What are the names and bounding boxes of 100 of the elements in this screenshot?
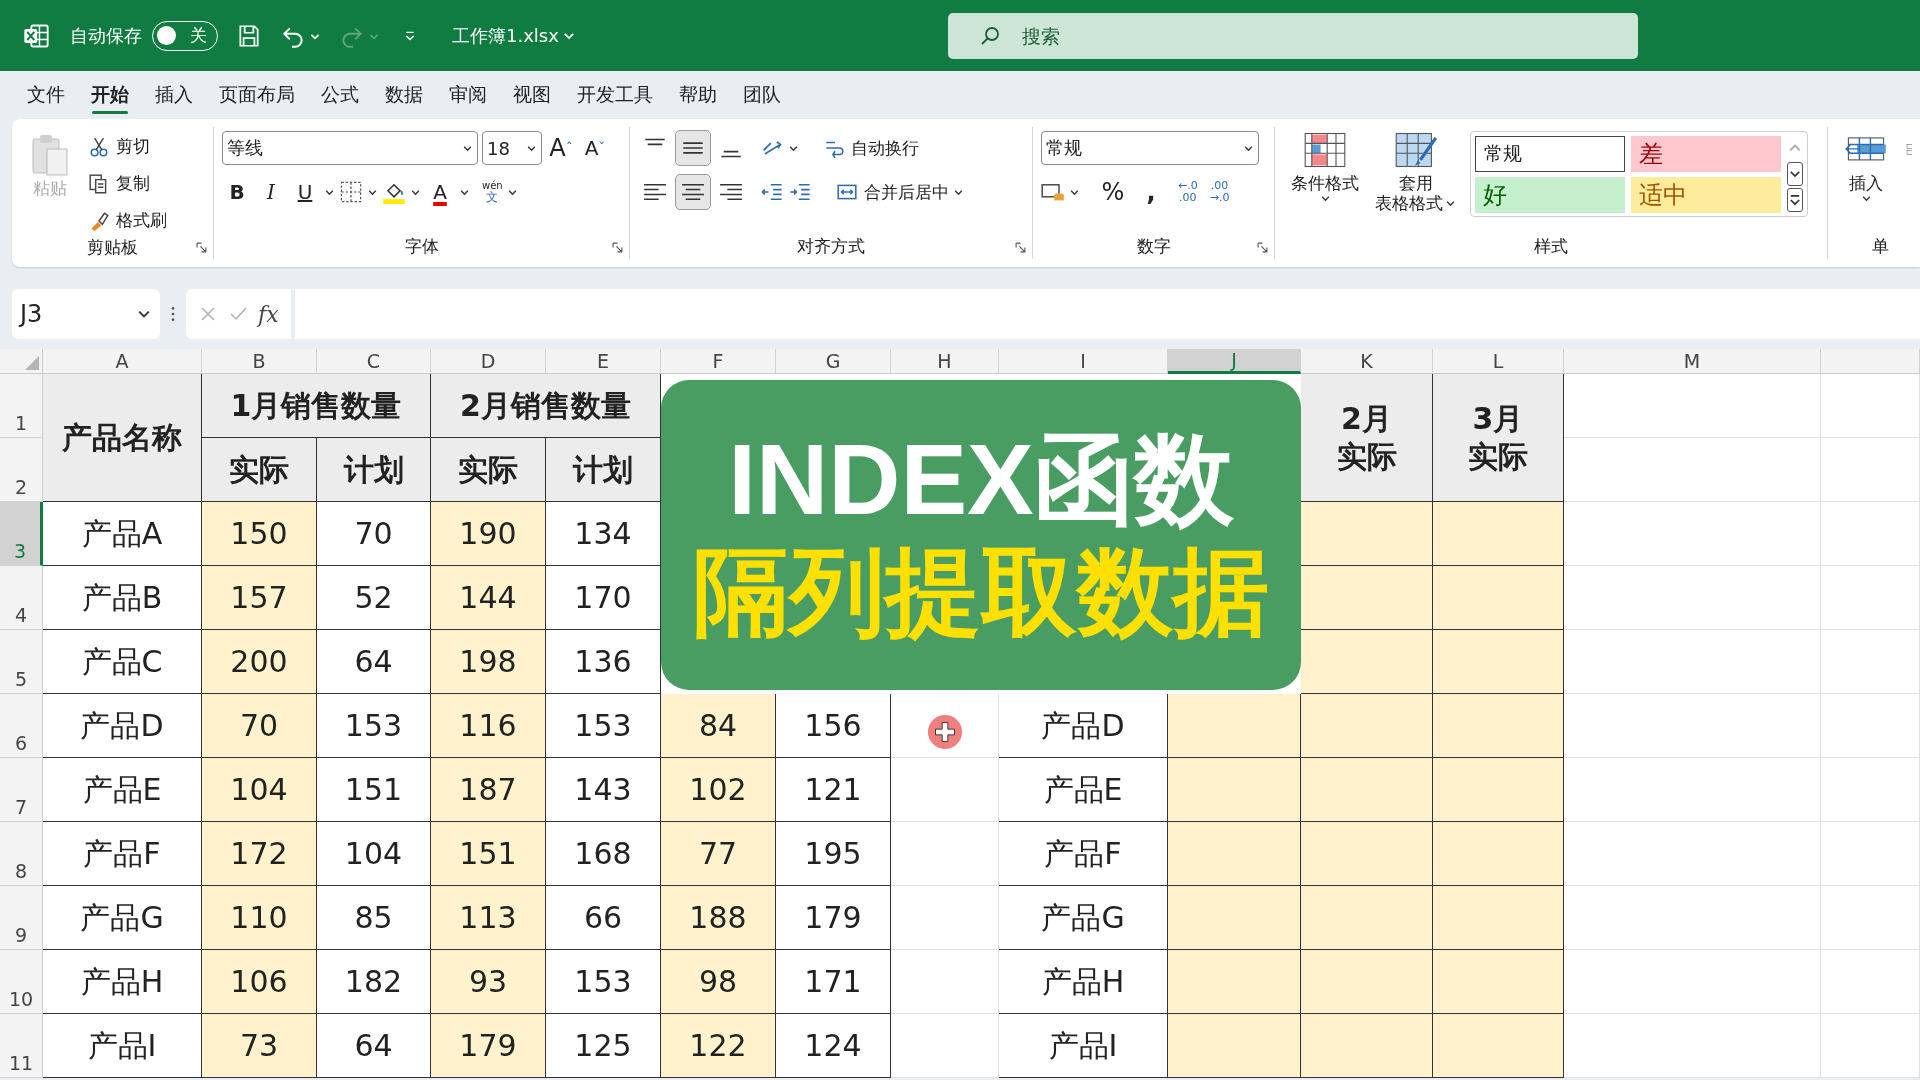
- name-box[interactable]: J3: [12, 289, 160, 339]
- align-icon[interactable]: [676, 131, 710, 165]
- column-header[interactable]: E: [546, 349, 661, 374]
- menu-tab[interactable]: 开始: [80, 74, 140, 116]
- row-header[interactable]: 7: [0, 758, 43, 822]
- table-cell: 188: [661, 886, 776, 950]
- search-input[interactable]: 搜索: [1020, 23, 1267, 48]
- phonetic-button[interactable]: wén 文: [482, 181, 503, 203]
- row-header[interactable]: 11: [0, 1014, 43, 1078]
- row-header[interactable]: 3: [0, 502, 43, 566]
- table-cell: 156: [776, 694, 891, 758]
- row-header[interactable]: 8: [0, 822, 43, 886]
- menu-tab[interactable]: 视图: [502, 74, 562, 116]
- expand-icon[interactable]: [1787, 188, 1803, 212]
- align-icon[interactable]: [676, 175, 710, 209]
- column-header[interactable]: C: [317, 349, 431, 374]
- bold-button[interactable]: B: [222, 175, 252, 209]
- launcher-icon[interactable]: [1257, 242, 1268, 253]
- group-label: 剪贴板: [87, 236, 138, 259]
- cut-button[interactable]: 剪切: [88, 131, 167, 162]
- cell-style[interactable]: 常规: [1475, 136, 1625, 172]
- header-cell: 产品名称: [43, 374, 202, 502]
- shrink-font-button[interactable]: A$^{ˇ}$: [580, 131, 610, 165]
- launcher-icon[interactable]: [612, 242, 623, 253]
- launcher-icon[interactable]: [1015, 242, 1026, 253]
- header-cell: 3月 实际: [1433, 374, 1564, 502]
- filename-button[interactable]: 工作簿1.xlsx: [452, 23, 559, 48]
- clipboard-icon: [30, 133, 70, 177]
- menu-tab[interactable]: 帮助: [668, 74, 728, 116]
- column-header[interactable]: H: [891, 349, 999, 374]
- table-cell: 198: [431, 630, 546, 694]
- menu-tab[interactable]: 页面布局: [208, 74, 306, 116]
- column-header[interactable]: G: [776, 349, 891, 374]
- insert-function-button[interactable]: fx: [258, 301, 279, 327]
- column-header[interactable]: L: [1433, 349, 1564, 374]
- launcher-icon[interactable]: [196, 242, 207, 253]
- decimal-button[interactable]: ←.0 .00: [1178, 180, 1198, 204]
- menu-tab[interactable]: 团队: [732, 74, 792, 116]
- conditional-format-button[interactable]: 条件格式: [1283, 131, 1367, 205]
- menu-tab[interactable]: 公式: [310, 74, 370, 116]
- table-cell: 70: [202, 694, 317, 758]
- group-label: 对齐方式: [797, 234, 865, 258]
- border-icon[interactable]: [339, 180, 363, 204]
- group-label: 字体: [404, 234, 439, 258]
- number-format-select[interactable]: 常规: [1041, 131, 1259, 165]
- table-cell: 84: [661, 694, 776, 758]
- row-header[interactable]: 1: [0, 374, 43, 438]
- row-header[interactable]: 9: [0, 886, 43, 950]
- merge-center-button[interactable]: 合并后居中: [836, 176, 949, 208]
- menu-tab[interactable]: 开发工具: [566, 74, 664, 116]
- column-header[interactable]: I: [999, 349, 1168, 374]
- table-cell: 144: [431, 566, 546, 630]
- table-cell: 151: [431, 822, 546, 886]
- table-cell: 157: [202, 566, 317, 630]
- comma-button[interactable]: ,: [1136, 175, 1166, 209]
- font-name-select[interactable]: 等线: [222, 131, 478, 165]
- customize-icon[interactable]: [404, 29, 416, 42]
- table-cell: 121: [776, 758, 891, 822]
- menu-tab[interactable]: 文件: [16, 74, 76, 116]
- row-header[interactable]: 5: [0, 630, 43, 694]
- table-format-button[interactable]: 套用 表格格式: [1367, 131, 1464, 214]
- font-size-select[interactable]: 18: [482, 131, 542, 165]
- font-color-button[interactable]: A: [425, 175, 455, 209]
- cell-style[interactable]: 差: [1631, 136, 1781, 172]
- row-header[interactable]: 10: [0, 950, 43, 1014]
- scroll-down-icon[interactable]: [1787, 162, 1803, 186]
- search-field[interactable]: 搜索: [948, 12, 1638, 59]
- table-cell: 73: [202, 1014, 317, 1078]
- column-header[interactable]: D: [431, 349, 546, 374]
- group-label: 单: [1872, 234, 1889, 258]
- decimal-button[interactable]: .00 →.0: [1209, 180, 1230, 204]
- column-header[interactable]: M: [1564, 349, 1821, 374]
- row-header[interactable]: 2: [0, 438, 43, 502]
- table-cell: 77: [661, 822, 776, 886]
- grow-font-button[interactable]: A$^{ˆ}$: [546, 131, 576, 165]
- menu-tab[interactable]: 审阅: [438, 74, 498, 116]
- column-header[interactable]: B: [202, 349, 317, 374]
- menu-tab[interactable]: 插入: [144, 74, 204, 116]
- table-cell: 150: [202, 502, 317, 566]
- table-brush-icon: [1393, 131, 1438, 169]
- cell-style[interactable]: 适中: [1631, 177, 1781, 213]
- cell-style[interactable]: 好: [1475, 177, 1625, 213]
- column-header[interactable]: F: [661, 349, 776, 374]
- insert-button[interactable]: 插入: [1836, 131, 1896, 205]
- copy-button[interactable]: 复制: [88, 168, 167, 199]
- header-cell: 实际: [431, 438, 546, 502]
- percent-button[interactable]: %: [1094, 175, 1132, 209]
- menu-tab[interactable]: 数据: [374, 74, 434, 116]
- column-header[interactable]: K: [1301, 349, 1433, 374]
- column-header[interactable]: J: [1168, 349, 1301, 374]
- more-icon[interactable]: [170, 305, 176, 323]
- italic-button[interactable]: I: [256, 175, 286, 209]
- row-header[interactable]: 6: [0, 694, 43, 758]
- format-painter-button[interactable]: 格式刷: [88, 205, 167, 236]
- underline-button[interactable]: U: [290, 175, 320, 209]
- save-icon[interactable]: [236, 22, 262, 49]
- column-header[interactable]: A: [43, 349, 202, 374]
- brush-icon: [88, 209, 110, 232]
- row-header[interactable]: 4: [0, 566, 43, 630]
- wrap-text-button[interactable]: 自动换行: [823, 132, 919, 164]
